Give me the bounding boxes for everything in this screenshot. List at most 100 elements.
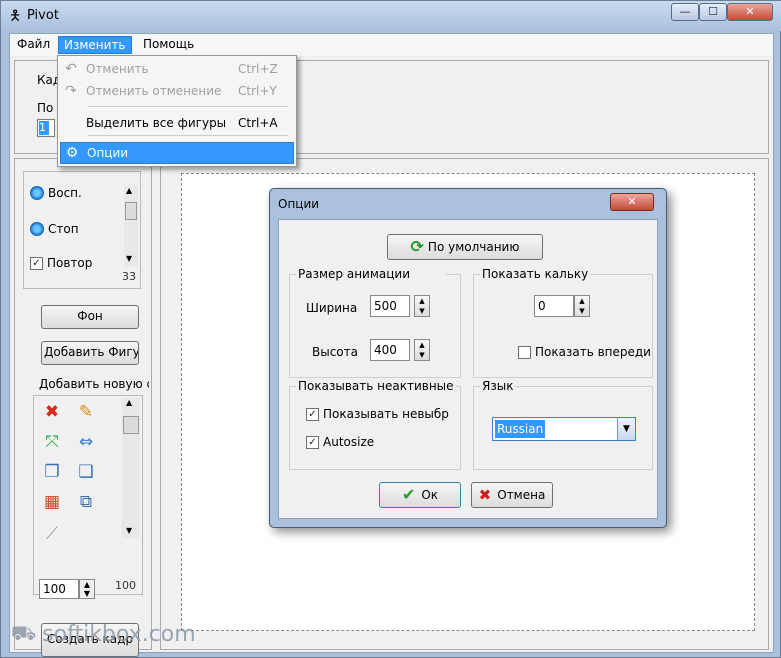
position-label: По: [37, 101, 54, 115]
tracing-spinner[interactable]: ▲ ▼: [574, 295, 590, 317]
scroll-up-icon: ▲: [126, 398, 133, 407]
cancel-x-icon: ✖: [478, 486, 492, 504]
menu-separator: [88, 106, 288, 107]
tools-panel: Восп. Стоп ✓ Повтор ▲ ▼ 33 Фон Добавить …: [14, 158, 152, 657]
show-unselected-check-icon: ✓: [306, 407, 319, 421]
minimize-button[interactable]: —: [671, 3, 699, 21]
stop-icon: [30, 222, 44, 236]
window-title: Pivot: [27, 8, 59, 23]
watermark: ⛟ softikbox.com: [11, 621, 196, 648]
add-shape-button[interactable]: Добавить Фигуру: [41, 341, 139, 365]
color-palette-icon[interactable]: ▦: [40, 490, 64, 514]
inactive-group: Показывать неактивные ф ✓ Показывать нев…: [289, 379, 461, 470]
dialog-body: ⟳ По умолчанию Размер анимации Ширина 50…: [278, 219, 658, 519]
defaults-button[interactable]: ⟳ По умолчанию: [387, 234, 543, 260]
frame-input[interactable]: 1: [37, 119, 55, 137]
show-front-label: Показать впереди: [535, 345, 651, 359]
shape-scrollbar[interactable]: ▲ ▼: [122, 398, 140, 538]
repeat-checkbox[interactable]: ✓ Повтор: [30, 256, 92, 270]
repeat-label: Повтор: [47, 256, 93, 270]
inactive-title: Показывать неактивные ф: [296, 379, 456, 393]
copy-shape-icon[interactable]: ⧉: [74, 490, 98, 514]
menu-edit[interactable]: Изменить: [58, 36, 132, 54]
dialog-title: Опции: [278, 197, 320, 211]
tracing-input[interactable]: 0: [534, 295, 574, 317]
size-max-label: 100: [115, 579, 136, 592]
menu-item-undo[interactable]: ↶ Отменить Ctrl+Z: [60, 58, 294, 80]
play-icon: [30, 186, 44, 200]
height-input[interactable]: 400: [370, 339, 410, 361]
menu-file[interactable]: Файл: [12, 36, 55, 54]
link-icon[interactable]: ⟋: [40, 522, 64, 546]
flip-icon[interactable]: ⇔: [74, 430, 98, 454]
show-front-checkbox[interactable]: Показать впереди: [518, 345, 651, 359]
language-group: Язык Russian ▼: [473, 379, 653, 470]
height-label: Высота: [312, 345, 358, 359]
show-unselected-label: Показывать невыбр: [323, 407, 449, 421]
width-spinner[interactable]: ▲ ▼: [414, 295, 430, 317]
background-button[interactable]: Фон: [41, 305, 139, 329]
delete-icon[interactable]: ✖: [40, 400, 64, 424]
play-label: Восп.: [48, 186, 82, 200]
menu-item-shortcut: Ctrl+A: [238, 116, 278, 130]
speed-slider[interactable]: ▲ ▼: [124, 186, 138, 266]
scroll-down-icon: ▼: [126, 526, 133, 535]
slider-thumb[interactable]: [125, 202, 137, 220]
language-select-value: Russian: [495, 420, 546, 438]
menu-item-redo[interactable]: ↷ Отменить отменение Ctrl+Y: [60, 80, 294, 102]
autosize-label: Autosize: [323, 435, 375, 449]
maximize-button[interactable]: ☐: [699, 3, 727, 21]
watermark-text: softikbox.com: [42, 622, 196, 647]
play-control[interactable]: Восп.: [30, 186, 82, 200]
menu-item-options[interactable]: ⚙ Опции: [60, 142, 294, 164]
menu-item-label: Опции: [87, 146, 129, 160]
menu-item-label: Отменить отменение: [86, 84, 222, 98]
shape-tools-group: ✖ ✎ ⤧ ⇔ ❐ ❏ ▦ ⧉ ⟋ ▲ ▼: [33, 395, 143, 595]
size-input[interactable]: 100: [39, 579, 79, 599]
width-label: Ширина: [306, 301, 358, 315]
bring-front-icon[interactable]: ❐: [40, 460, 64, 484]
scale-icon[interactable]: ⤧: [40, 430, 64, 454]
stickman-icon: 🯅: [9, 8, 22, 24]
slider-down-icon: ▼: [126, 254, 133, 263]
playback-group: Восп. Стоп ✓ Повтор ▲ ▼ 33: [23, 171, 141, 289]
speed-value: 33: [122, 270, 136, 283]
frame-input-value: 1: [39, 121, 49, 135]
menu-item-label: Отменить: [86, 62, 149, 76]
undo-icon: ↶: [65, 61, 77, 77]
menu-separator: [88, 135, 288, 136]
language-select[interactable]: Russian ▼: [492, 417, 636, 441]
close-button[interactable]: ✕: [727, 3, 773, 21]
cancel-button-label: Отмена: [497, 488, 546, 502]
show-front-check-icon: [518, 345, 531, 359]
animation-size-title: Размер анимации: [296, 267, 446, 281]
ok-button-label: Ок: [421, 488, 439, 502]
cancel-button[interactable]: ✖ Отмена: [471, 482, 553, 508]
tray-icon: ⛟: [11, 621, 37, 645]
edit-menu-dropdown: ↶ Отменить Ctrl+Z ↷ Отменить отменение C…: [57, 55, 297, 167]
menu-bar: Файл Изменить Помощь: [10, 34, 773, 56]
stop-control[interactable]: Стоп: [30, 222, 79, 236]
ok-button[interactable]: ✔ Ок: [379, 482, 461, 508]
dialog-close-button[interactable]: ✕: [610, 193, 654, 211]
size-spinner[interactable]: ▲ ▼: [79, 579, 95, 599]
menu-item-label: Выделить все фигуры: [86, 116, 227, 130]
options-icon: ⚙: [65, 145, 79, 161]
title-bar[interactable]: 🯅 Pivot — ☐ ✕: [1, 1, 781, 31]
scroll-thumb[interactable]: [123, 416, 139, 434]
add-new-label: Добавить новую с: [39, 377, 149, 391]
repeat-check-icon: ✓: [30, 256, 43, 270]
send-back-icon[interactable]: ❏: [74, 460, 98, 484]
edit-pencil-icon[interactable]: ✎: [74, 400, 98, 424]
defaults-button-label: По умолчанию: [427, 240, 520, 254]
main-window: 🯅 Pivot — ☐ ✕ Файл Изменить Помощь Кад П…: [0, 0, 781, 658]
height-spinner[interactable]: ▲ ▼: [414, 339, 430, 361]
autosize-checkbox[interactable]: ✓ Autosize: [306, 435, 374, 449]
animation-size-group: Размер анимации Ширина 500 ▲ ▼ Высота 400…: [289, 267, 461, 378]
tracing-group: Показать кальку 0 ▲ ▼ Показать впереди: [473, 267, 653, 378]
menu-help[interactable]: Помощь: [138, 36, 199, 54]
chevron-down-icon[interactable]: ▼: [617, 418, 635, 440]
menu-item-select-all[interactable]: Выделить все фигуры Ctrl+A: [60, 112, 294, 134]
width-input[interactable]: 500: [370, 295, 410, 317]
show-unselected-checkbox[interactable]: ✓ Показывать невыбр: [306, 407, 449, 421]
